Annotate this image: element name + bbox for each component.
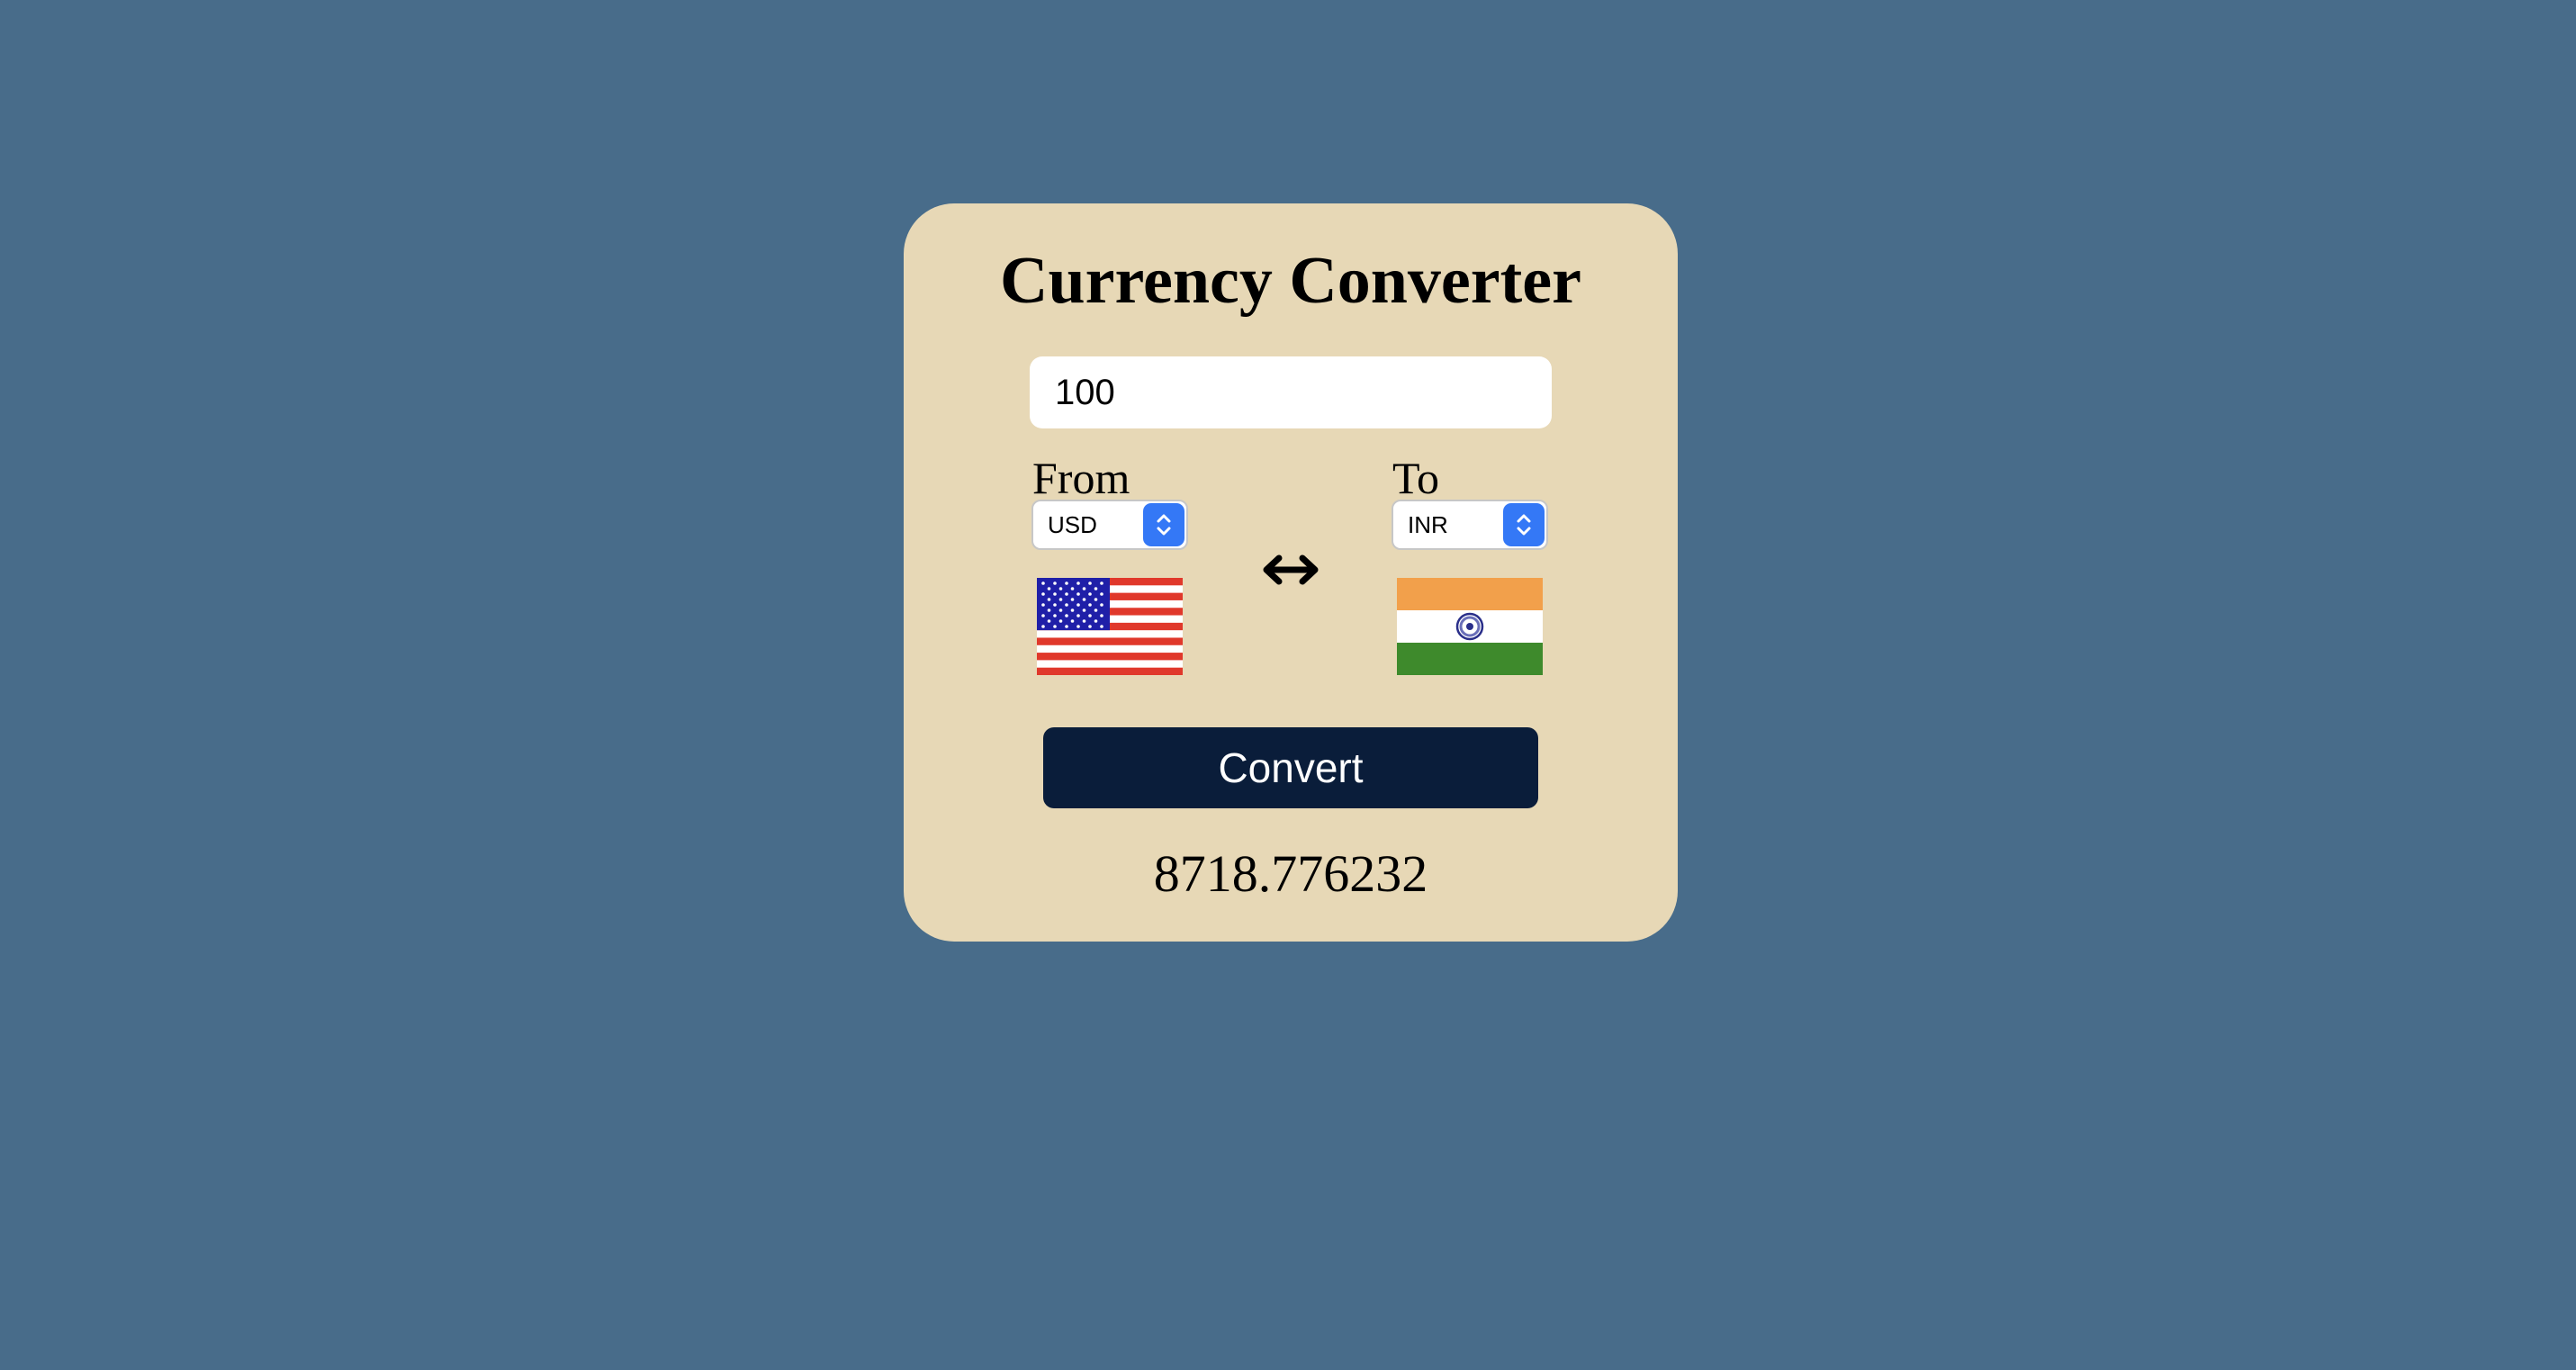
from-select-stepper[interactable] [1143, 503, 1184, 546]
india-flag-icon [1397, 578, 1543, 675]
from-currency-select[interactable]: USD [1031, 500, 1188, 550]
left-right-arrow-icon[interactable] [1261, 548, 1320, 591]
chevron-updown-icon [1157, 514, 1171, 536]
us-flag-icon [1037, 578, 1183, 675]
to-select-stepper[interactable] [1503, 503, 1545, 546]
convert-button[interactable]: Convert [1043, 727, 1538, 808]
to-currency-select[interactable]: INR [1392, 500, 1548, 550]
page-title: Currency Converter [1000, 244, 1581, 318]
chevron-updown-icon [1517, 514, 1531, 536]
from-currency-value: USD [1048, 511, 1097, 538]
amount-input[interactable] [1030, 356, 1552, 428]
from-label: From [1032, 453, 1130, 503]
converter-card: Currency Converter From To USD INR [904, 203, 1678, 942]
to-currency-value: INR [1408, 511, 1448, 538]
to-label: To [1392, 453, 1440, 503]
conversion-result: 8718.776232 [1153, 844, 1428, 903]
